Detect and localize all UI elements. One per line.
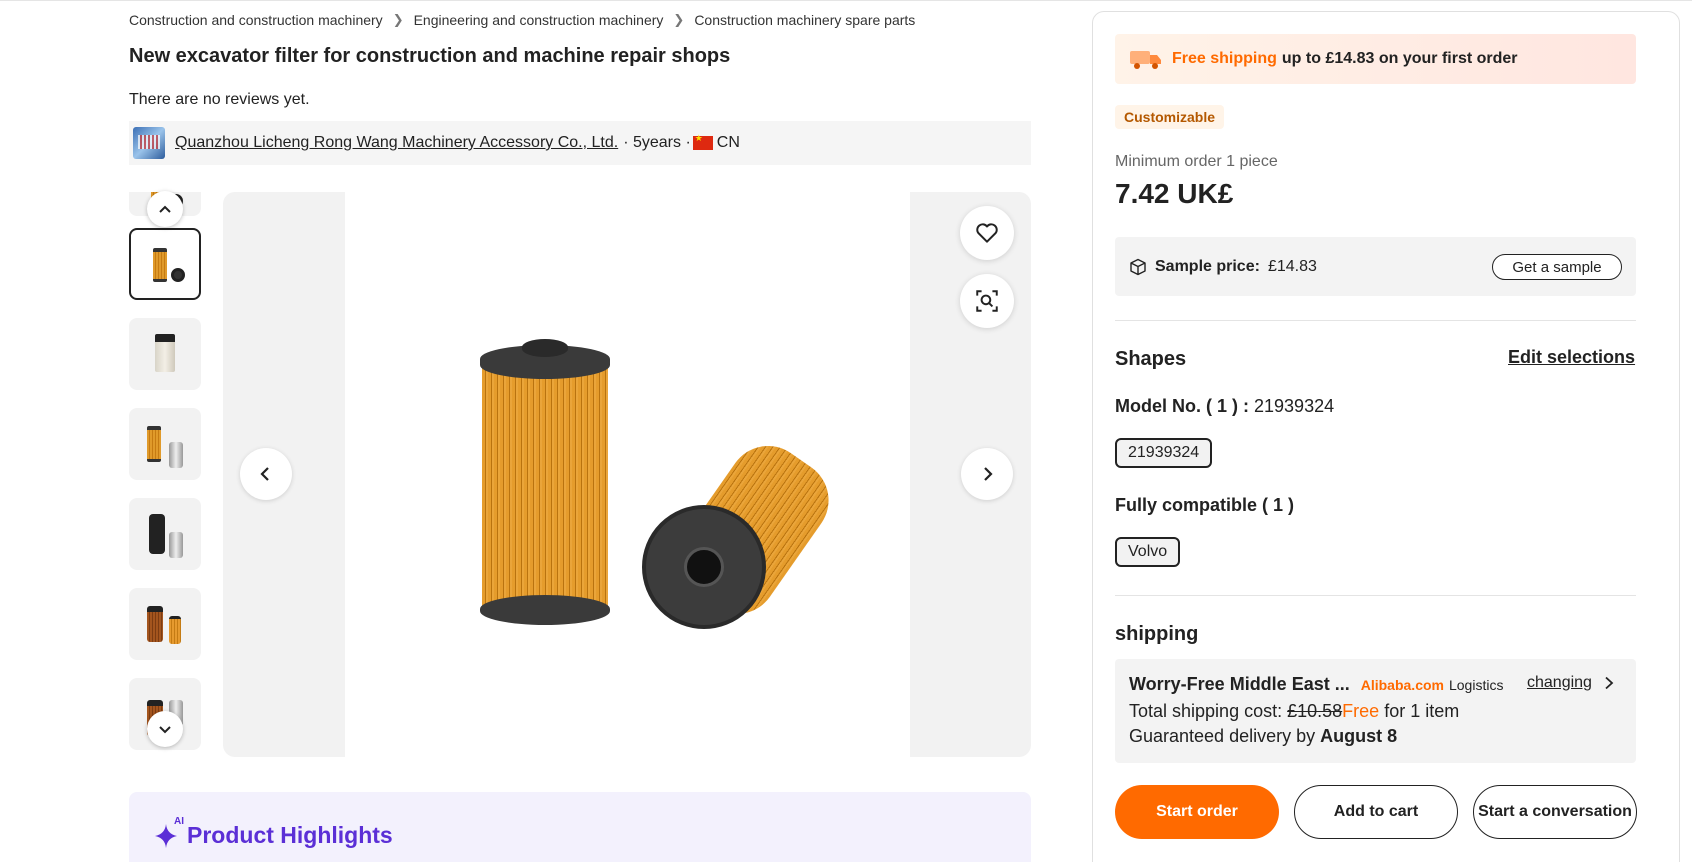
chevron-right-icon: ❯ <box>673 12 685 27</box>
customizable-badge: Customizable <box>1115 105 1225 129</box>
get-sample-button[interactable]: Get a sample <box>1492 254 1622 280</box>
highlights-title: Product Highlights <box>187 821 393 848</box>
ai-sparkle-icon: AI <box>153 816 184 850</box>
thumbnail-3[interactable] <box>129 408 201 480</box>
unit-price: 7.42 UK£ <box>1115 178 1234 209</box>
alibaba-logo: Alibaba.com <box>1360 676 1444 693</box>
delivery-label: Guaranteed delivery by <box>1129 726 1316 746</box>
breadcrumb: Construction and construction machinery … <box>129 12 915 28</box>
favorite-button[interactable] <box>960 206 1014 260</box>
filter-end-view-image <box>640 430 845 630</box>
shipping-heading: shipping <box>1115 623 1199 645</box>
shapes-heading: Shapes <box>1115 348 1187 370</box>
free-shipping-banner: Free shipping up to £14.83 on your first… <box>1115 34 1636 84</box>
breadcrumb-item-construction[interactable]: Construction and construction machinery <box>129 12 383 28</box>
supplier-logo[interactable] <box>133 127 165 159</box>
change-shipping-label: changing <box>1527 674 1592 691</box>
thumbnail-1[interactable] <box>129 228 201 300</box>
sample-price-value: £14.83 <box>1267 257 1317 275</box>
product-title: New excavator filter for construction an… <box>129 45 731 67</box>
chevron-left-icon <box>260 467 269 481</box>
supplier-years: · 5years · <box>623 134 691 151</box>
shipping-cost-free: Free <box>1342 701 1380 721</box>
compatibility-label: Fully compatible ( 1 ) <box>1115 495 1295 515</box>
shipping-service-name: Worry-Free Middle East ... <box>1129 674 1350 694</box>
thumbnail-scroll-down-button[interactable] <box>147 711 183 747</box>
sample-price-label: Sample price: <box>1155 257 1260 275</box>
shipping-cost-original: £10.58 <box>1287 701 1343 721</box>
start-order-button[interactable]: Start order <box>1115 785 1279 839</box>
filter-cartridge-image <box>480 339 610 630</box>
compatibility-option-chip[interactable]: Volvo <box>1115 537 1181 567</box>
start-conversation-button[interactable]: Start a conversation <box>1473 785 1637 839</box>
model-option-chip[interactable]: 21939324 <box>1115 438 1213 468</box>
thumbnail-2[interactable] <box>129 318 201 390</box>
free-shipping-detail: up to £14.83 on your first order <box>1281 50 1518 67</box>
model-number-label: Model No. ( 1 ) : <box>1115 396 1249 416</box>
reviews-status: There are no reviews yet. <box>129 91 310 108</box>
delivery-row: Guaranteed delivery by August 8 <box>1129 726 1397 747</box>
thumbnail-4[interactable] <box>129 498 201 570</box>
edit-selections-link[interactable]: Edit selections <box>1508 347 1635 368</box>
shipping-cost-row: Total shipping cost: £10.58Free for 1 it… <box>1129 701 1459 722</box>
supplier-bar: Quanzhou Licheng Rong Wang Machinery Acc… <box>129 121 1031 165</box>
logistics-label: Logistics <box>1448 676 1504 693</box>
change-shipping-link[interactable]: changing <box>1527 674 1616 692</box>
model-number-value: 21939324 <box>1254 396 1335 416</box>
add-to-cart-button[interactable]: Add to cart <box>1294 785 1458 839</box>
thumbnail-scroll-up-button[interactable] <box>147 191 183 227</box>
chevron-down-icon <box>159 726 171 734</box>
heart-icon <box>976 223 998 243</box>
breadcrumb-item-engineering[interactable]: Engineering and construction machinery <box>414 12 664 28</box>
divider <box>1115 320 1636 321</box>
free-shipping-label: Free shipping <box>1172 50 1277 67</box>
main-image-gallery <box>223 192 1031 757</box>
product-highlights-section: AI Product Highlights <box>129 792 1031 862</box>
package-icon <box>1130 258 1146 275</box>
image-search-icon <box>976 290 998 312</box>
china-flag-icon <box>692 133 713 150</box>
shipping-cost-label: Total shipping cost: <box>1129 701 1283 721</box>
thumbnail-strip <box>129 192 201 757</box>
minimum-order: Minimum order 1 piece <box>1115 153 1278 170</box>
truck-icon <box>1129 48 1163 70</box>
shipping-cost-tail: for 1 item <box>1384 701 1460 721</box>
breadcrumb-item-spare-parts[interactable]: Construction machinery spare parts <box>694 12 915 28</box>
image-search-button[interactable] <box>960 274 1014 328</box>
supplier-country: CN <box>716 134 740 151</box>
top-border <box>0 0 1692 3</box>
chevron-right-icon <box>984 467 993 481</box>
sample-price-box: Sample price: £14.83 Get a sample <box>1115 237 1636 296</box>
divider <box>1115 595 1636 596</box>
thumbnail-5[interactable] <box>129 588 201 660</box>
next-image-button[interactable] <box>961 448 1013 500</box>
chevron-up-icon <box>159 205 171 213</box>
supplier-name-link[interactable]: Quanzhou Licheng Rong Wang Machinery Acc… <box>175 134 618 152</box>
delivery-date: August 8 <box>1320 726 1398 746</box>
shipping-info-box: Worry-Free Middle East ... Alibaba.com L… <box>1115 659 1636 763</box>
chevron-right-icon <box>1605 676 1614 690</box>
ai-badge: AI <box>174 816 184 827</box>
previous-image-button[interactable] <box>240 448 292 500</box>
model-number-row: Model No. ( 1 ) : 21939324 <box>1115 396 1334 417</box>
chevron-right-icon: ❯ <box>392 12 404 27</box>
